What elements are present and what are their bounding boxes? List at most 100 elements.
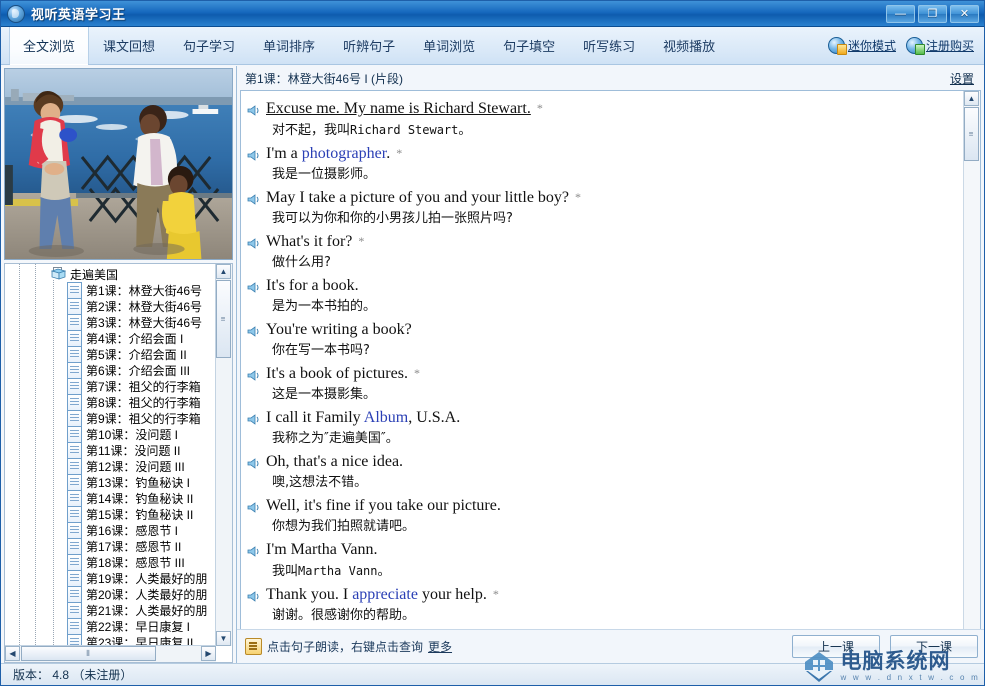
minimize-button[interactable]: — <box>886 4 915 23</box>
lesson-tree-item[interactable]: 第6课：介绍会面 III <box>5 361 216 379</box>
dialogue-english-text[interactable]: I call it Family Album, U.S.A. <box>266 407 460 428</box>
lesson-tree-item[interactable]: 第12课：没问题 III <box>5 457 216 475</box>
lesson-tree-item[interactable]: 第13课：钓鱼秘诀 I <box>5 473 216 491</box>
mini-mode-link[interactable]: 迷你模式 <box>827 37 896 55</box>
lesson-tree-item[interactable]: 第8课：祖父的行李箱 <box>5 393 216 411</box>
lesson-tree-item[interactable]: 第15课：钓鱼秘诀 II <box>5 505 216 523</box>
tab-listen-sentence[interactable]: 听辨句子 <box>329 27 409 64</box>
dialogue-english-text[interactable]: Well, it's fine if you take our picture. <box>266 495 501 516</box>
dialogue-line-english[interactable]: Excuse me. My name is Richard Stewart. * <box>247 98 963 119</box>
keyword-link[interactable]: Album <box>364 409 408 426</box>
lesson-tree-item[interactable]: 第21课：人类最好的朋 <box>5 601 216 619</box>
speaker-icon[interactable] <box>247 323 260 337</box>
speaker-icon[interactable] <box>247 147 260 161</box>
tree-scroll-right-button[interactable]: ▶ <box>201 646 216 661</box>
lesson-tree-item[interactable]: 第16课：感恩节 I <box>5 521 216 539</box>
dialogue-line-english[interactable]: What's it for? * <box>247 231 963 252</box>
keyword-link[interactable]: appreciate <box>352 586 418 603</box>
keyword-link[interactable]: photographer <box>302 145 386 162</box>
dialogue-english-text[interactable]: Excuse me. My name is Richard Stewart. <box>266 98 531 119</box>
tab-sentence-fill[interactable]: 句子填空 <box>489 27 569 64</box>
tree-root-node[interactable]: 走遍美国 <box>5 266 216 282</box>
lesson-tree-item[interactable]: 第14课：钓鱼秘诀 II <box>5 489 216 507</box>
dialogue-english-text[interactable]: I'm Martha Vann. <box>266 539 377 560</box>
dialogue-english-text[interactable]: It's for a book. <box>266 275 359 296</box>
speaker-icon[interactable] <box>247 235 260 249</box>
dialogue-line-english[interactable]: It's for a book. <box>247 275 963 296</box>
tab-full-text-browse[interactable]: 全文浏览 <box>9 27 90 65</box>
tree-scroll-thumb[interactable]: ≡ <box>216 280 231 358</box>
prev-lesson-button[interactable]: 上一课 <box>792 635 880 658</box>
speaker-icon[interactable] <box>247 455 260 469</box>
speaker-icon[interactable] <box>247 588 260 602</box>
close-button[interactable]: ✕ <box>950 4 979 23</box>
dialogue-scroll-thumb[interactable]: ≡ <box>964 107 979 161</box>
speaker-icon[interactable] <box>247 411 260 425</box>
tab-video-play[interactable]: 视频播放 <box>649 27 729 64</box>
dialogue-line-english[interactable]: May I take a picture of you and your lit… <box>247 187 963 208</box>
note-marker-icon[interactable]: * <box>414 363 420 384</box>
more-link[interactable]: 更多 <box>428 638 452 655</box>
tab-dictation-practice[interactable]: 听写练习 <box>569 27 649 64</box>
dialogue-scroll-up-button[interactable]: ▲ <box>964 91 979 106</box>
lesson-tree-item[interactable]: 第2课：林登大街46号 <box>5 297 216 315</box>
dialogue-content[interactable]: Excuse me. My name is Richard Stewart. * 对… <box>241 91 963 662</box>
tree-horizontal-scrollbar[interactable]: ◀ ⦀ ▶ <box>5 645 216 662</box>
lesson-tree-item[interactable]: 第1课：林登大街46号 <box>5 281 216 299</box>
tab-sentence-study[interactable]: 句子学习 <box>169 27 249 64</box>
dialogue-line-english[interactable]: I call it Family Album, U.S.A. <box>247 407 963 428</box>
lesson-tree-item[interactable]: 第10课：没问题 I <box>5 425 216 443</box>
speaker-icon[interactable] <box>247 191 260 205</box>
lesson-tree-item[interactable]: 第18课：感恩节 III <box>5 553 216 571</box>
tree-scroll-down-button[interactable]: ▼ <box>216 631 231 646</box>
lesson-tree-item[interactable]: 第22课：早日康复 I <box>5 617 216 635</box>
dialogue-english-text[interactable]: Oh, that's a nice idea. <box>266 451 403 472</box>
lesson-tree-item[interactable]: 第19课：人类最好的朋 <box>5 569 216 587</box>
next-lesson-button[interactable]: 下一课 <box>890 635 978 658</box>
dialogue-english-text[interactable]: I'm a photographer. <box>266 143 390 164</box>
speaker-icon[interactable] <box>247 543 260 557</box>
dialogue-english-text[interactable]: It's a book of pictures. <box>266 363 408 384</box>
dialogue-english-text[interactable]: May I take a picture of you and your lit… <box>266 187 569 208</box>
dialogue-line-english[interactable]: I'm Martha Vann. <box>247 539 963 560</box>
speaker-icon[interactable] <box>247 102 260 116</box>
dialogue-english-text[interactable]: You're writing a book? <box>266 319 412 340</box>
speaker-icon[interactable] <box>247 499 260 513</box>
settings-link[interactable]: 设置 <box>950 70 974 87</box>
tree-scroll-left-button[interactable]: ◀ <box>5 646 20 661</box>
lesson-tree-item[interactable]: 第3课：林登大街46号 <box>5 313 216 331</box>
note-marker-icon[interactable]: * <box>358 231 364 252</box>
lesson-tree-item[interactable]: 第9课：祖父的行李箱 <box>5 409 216 427</box>
lesson-tree-item[interactable]: 第20课：人类最好的朋 <box>5 585 216 603</box>
tree-hscroll-thumb[interactable]: ⦀ <box>21 646 156 661</box>
dialogue-english-text[interactable]: What's it for? <box>266 231 352 252</box>
note-marker-icon[interactable]: * <box>396 143 402 164</box>
dialogue-vertical-scrollbar[interactable]: ▲ ≡ ▼ <box>963 91 980 662</box>
note-marker-icon[interactable]: * <box>537 98 543 119</box>
dialogue-line-english[interactable]: Oh, that's a nice idea. <box>247 451 963 472</box>
dialogue-line-english[interactable]: It's a book of pictures. * <box>247 363 963 384</box>
maximize-button[interactable]: ❐ <box>918 4 947 23</box>
lesson-tree-item[interactable]: 第17课：感恩节 II <box>5 537 216 555</box>
note-marker-icon[interactable]: * <box>575 187 581 208</box>
video-preview[interactable] <box>4 68 233 260</box>
tree-scroll-up-button[interactable]: ▲ <box>216 264 231 279</box>
dialogue-line-english[interactable]: I'm a photographer. * <box>247 143 963 164</box>
dialogue-line-english[interactable]: You're writing a book? <box>247 319 963 340</box>
lesson-tree-item[interactable]: 第11课：没问题 II <box>5 441 216 459</box>
note-marker-icon[interactable]: * <box>493 584 499 605</box>
speaker-icon[interactable] <box>247 367 260 381</box>
lesson-tree-item[interactable]: 第5课：介绍会面 II <box>5 345 216 363</box>
dialogue-english-text[interactable]: Thank you. I appreciate your help. <box>266 584 487 605</box>
lesson-tree-item[interactable]: 第7课：祖父的行李箱 <box>5 377 216 395</box>
register-purchase-link[interactable]: 注册购买 <box>905 37 974 55</box>
lesson-tree[interactable]: 走遍美国 第1课：林登大街46号 第2课：林登大街46号 第3课：林登大街46号 第4… <box>5 264 216 646</box>
dialogue-line-english[interactable]: Thank you. I appreciate your help. * <box>247 584 963 605</box>
tab-word-browse[interactable]: 单词浏览 <box>409 27 489 64</box>
speaker-icon[interactable] <box>247 279 260 293</box>
tab-text-recall[interactable]: 课文回想 <box>89 27 169 64</box>
tab-word-order[interactable]: 单词排序 <box>249 27 329 64</box>
dialogue-line-english[interactable]: Well, it's fine if you take our picture. <box>247 495 963 516</box>
lesson-tree-item[interactable]: 第4课：介绍会面 I <box>5 329 216 347</box>
tree-vertical-scrollbar[interactable]: ▲ ≡ ▼ <box>215 264 232 646</box>
